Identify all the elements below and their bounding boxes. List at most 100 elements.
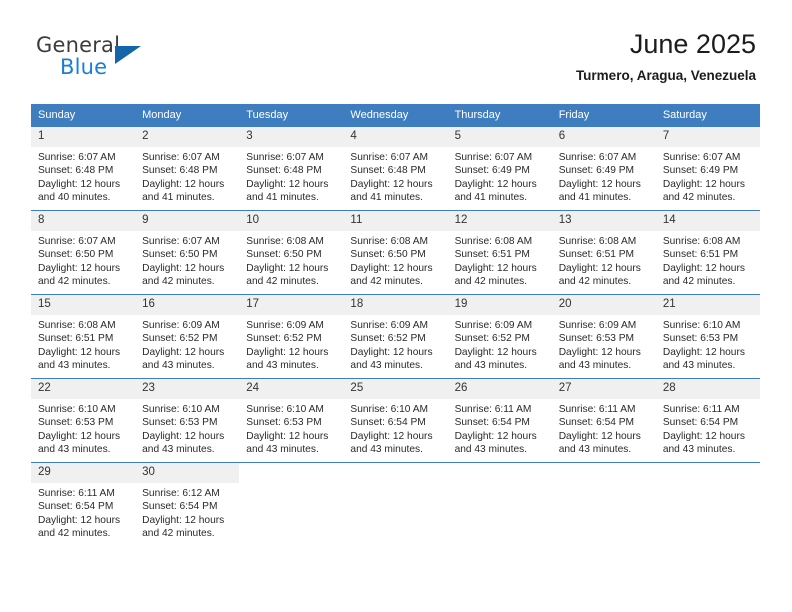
daylight-text-line2: and 41 minutes.	[454, 192, 528, 204]
day-cell[interactable]: 25 Sunrise: 6:10 AM Sunset: 6:54 PM Dayl…	[343, 378, 448, 463]
day-info: Sunrise: 6:10 AM Sunset: 6:53 PM Dayligh…	[656, 315, 760, 373]
day-cell[interactable]: 16 Sunrise: 6:09 AM Sunset: 6:52 PM Dayl…	[135, 294, 240, 379]
sunset-text: Sunset: 6:52 PM	[454, 333, 530, 345]
sunrise-text: Sunrise: 6:09 AM	[454, 320, 533, 331]
sunset-text: Sunset: 6:48 PM	[38, 165, 114, 177]
sunset-text: Sunset: 6:51 PM	[558, 249, 635, 261]
sunrise-text: Sunrise: 6:07 AM	[350, 152, 429, 163]
daylight-text-line2: and 43 minutes.	[558, 444, 632, 456]
day-info: Sunrise: 6:10 AM Sunset: 6:54 PM Dayligh…	[343, 399, 447, 457]
day-cell[interactable]: 23 Sunrise: 6:10 AM Sunset: 6:53 PM Dayl…	[135, 378, 240, 463]
day-info: Sunrise: 6:08 AM Sunset: 6:50 PM Dayligh…	[343, 231, 447, 289]
day-number: 4	[343, 127, 448, 147]
sunrise-text: Sunrise: 6:10 AM	[662, 320, 741, 331]
daylight-text-line2: and 43 minutes.	[662, 360, 736, 372]
day-info: Sunrise: 6:07 AM Sunset: 6:48 PM Dayligh…	[135, 147, 239, 205]
daylight-text-line2: and 42 minutes.	[246, 276, 319, 288]
daylight-text-line2: and 43 minutes.	[142, 444, 215, 456]
day-cell[interactable]: 17 Sunrise: 6:09 AM Sunset: 6:52 PM Dayl…	[239, 294, 344, 379]
day-cell[interactable]: 11 Sunrise: 6:08 AM Sunset: 6:50 PM Dayl…	[343, 210, 448, 295]
logo-text-blue: Blue	[60, 55, 108, 79]
day-cell[interactable]: 12 Sunrise: 6:08 AM Sunset: 6:51 PM Dayl…	[447, 210, 552, 295]
daylight-text-line1: Daylight: 12 hours	[38, 514, 121, 526]
day-cell[interactable]: 9 Sunrise: 6:07 AM Sunset: 6:50 PM Dayli…	[135, 210, 240, 295]
sunset-text: Sunset: 6:52 PM	[142, 333, 218, 345]
day-cell[interactable]: 10 Sunrise: 6:08 AM Sunset: 6:50 PM Dayl…	[239, 210, 344, 295]
day-number	[655, 463, 760, 483]
daylight-text-line2: and 40 minutes.	[38, 192, 111, 204]
day-number: 3	[239, 127, 344, 147]
day-cell[interactable]: 26 Sunrise: 6:11 AM Sunset: 6:54 PM Dayl…	[447, 378, 552, 463]
daylight-text-line2: and 43 minutes.	[38, 444, 111, 456]
day-info: Sunrise: 6:08 AM Sunset: 6:51 PM Dayligh…	[31, 315, 135, 373]
daylight-text-line1: Daylight: 12 hours	[142, 262, 225, 274]
day-cell[interactable]: 4 Sunrise: 6:07 AM Sunset: 6:48 PM Dayli…	[343, 127, 448, 211]
day-number: 14	[655, 211, 760, 231]
day-cell[interactable]: 22 Sunrise: 6:10 AM Sunset: 6:53 PM Dayl…	[31, 378, 136, 463]
day-number: 27	[551, 379, 656, 399]
daylight-text-line2: and 43 minutes.	[454, 444, 528, 456]
sunrise-text: Sunrise: 6:09 AM	[558, 320, 637, 331]
daylight-text-line1: Daylight: 12 hours	[454, 262, 537, 274]
day-info: Sunrise: 6:07 AM Sunset: 6:50 PM Dayligh…	[31, 231, 135, 289]
sunset-text: Sunset: 6:51 PM	[454, 249, 530, 261]
daylight-text-line2: and 42 minutes.	[558, 276, 632, 288]
weekday-header-sunday: Sunday	[31, 104, 136, 127]
day-cell[interactable]: 20 Sunrise: 6:09 AM Sunset: 6:53 PM Dayl…	[551, 294, 656, 379]
day-cell-empty	[343, 462, 448, 546]
calendar-week-row: 1 Sunrise: 6:07 AM Sunset: 6:48 PM Dayli…	[31, 127, 760, 211]
sunset-text: Sunset: 6:48 PM	[142, 165, 218, 177]
day-number: 23	[135, 379, 240, 399]
day-cell[interactable]: 14 Sunrise: 6:08 AM Sunset: 6:51 PM Dayl…	[655, 210, 760, 295]
day-cell[interactable]: 15 Sunrise: 6:08 AM Sunset: 6:51 PM Dayl…	[31, 294, 136, 379]
day-cell[interactable]: 8 Sunrise: 6:07 AM Sunset: 6:50 PM Dayli…	[31, 210, 136, 295]
sunset-text: Sunset: 6:53 PM	[142, 417, 218, 429]
daylight-text-line1: Daylight: 12 hours	[246, 346, 329, 358]
day-number: 17	[239, 295, 344, 315]
day-number: 25	[343, 379, 448, 399]
daylight-text-line1: Daylight: 12 hours	[350, 430, 433, 442]
sunset-text: Sunset: 6:52 PM	[350, 333, 426, 345]
sunset-text: Sunset: 6:53 PM	[558, 333, 635, 345]
sunrise-text: Sunrise: 6:10 AM	[350, 404, 429, 415]
day-info: Sunrise: 6:09 AM Sunset: 6:53 PM Dayligh…	[552, 315, 656, 373]
day-cell[interactable]: 3 Sunrise: 6:07 AM Sunset: 6:48 PM Dayli…	[239, 127, 344, 211]
daylight-text-line2: and 41 minutes.	[246, 192, 319, 204]
day-cell[interactable]: 2 Sunrise: 6:07 AM Sunset: 6:48 PM Dayli…	[135, 127, 240, 211]
day-cell-empty	[447, 462, 552, 546]
day-cell[interactable]: 13 Sunrise: 6:08 AM Sunset: 6:51 PM Dayl…	[551, 210, 656, 295]
day-cell[interactable]: 29 Sunrise: 6:11 AM Sunset: 6:54 PM Dayl…	[31, 462, 136, 546]
day-info: Sunrise: 6:07 AM Sunset: 6:49 PM Dayligh…	[552, 147, 656, 205]
calendar-week-row: 22 Sunrise: 6:10 AM Sunset: 6:53 PM Dayl…	[31, 378, 760, 463]
day-info: Sunrise: 6:08 AM Sunset: 6:51 PM Dayligh…	[448, 231, 552, 289]
day-cell[interactable]: 1 Sunrise: 6:07 AM Sunset: 6:48 PM Dayli…	[31, 127, 136, 211]
day-cell[interactable]: 5 Sunrise: 6:07 AM Sunset: 6:49 PM Dayli…	[447, 127, 552, 211]
day-cell[interactable]: 28 Sunrise: 6:11 AM Sunset: 6:54 PM Dayl…	[655, 378, 760, 463]
day-info: Sunrise: 6:11 AM Sunset: 6:54 PM Dayligh…	[448, 399, 552, 457]
sunrise-text: Sunrise: 6:11 AM	[454, 404, 532, 415]
sunrise-text: Sunrise: 6:07 AM	[558, 152, 637, 163]
title-block: June 2025 Turmero, Aragua, Venezuela	[576, 28, 756, 84]
day-info: Sunrise: 6:09 AM Sunset: 6:52 PM Dayligh…	[343, 315, 447, 373]
day-cell[interactable]: 27 Sunrise: 6:11 AM Sunset: 6:54 PM Dayl…	[551, 378, 656, 463]
sunrise-text: Sunrise: 6:08 AM	[246, 236, 324, 247]
day-cell[interactable]: 30 Sunrise: 6:12 AM Sunset: 6:54 PM Dayl…	[135, 462, 240, 546]
calendar-table: Sunday Monday Tuesday Wednesday Thursday…	[31, 104, 760, 546]
day-number: 22	[31, 379, 136, 399]
day-cell[interactable]: 18 Sunrise: 6:09 AM Sunset: 6:52 PM Dayl…	[343, 294, 448, 379]
sunrise-text: Sunrise: 6:08 AM	[350, 236, 429, 247]
daylight-text-line1: Daylight: 12 hours	[558, 346, 641, 358]
day-cell[interactable]: 6 Sunrise: 6:07 AM Sunset: 6:49 PM Dayli…	[551, 127, 656, 211]
generalblue-logo: General Blue	[36, 33, 156, 81]
daylight-text-line2: and 43 minutes.	[246, 444, 319, 456]
day-number: 21	[655, 295, 760, 315]
day-cell[interactable]: 19 Sunrise: 6:09 AM Sunset: 6:52 PM Dayl…	[447, 294, 552, 379]
day-cell[interactable]: 24 Sunrise: 6:10 AM Sunset: 6:53 PM Dayl…	[239, 378, 344, 463]
day-info: Sunrise: 6:07 AM Sunset: 6:48 PM Dayligh…	[343, 147, 447, 205]
daylight-text-line1: Daylight: 12 hours	[142, 514, 225, 526]
day-number	[447, 463, 552, 483]
day-cell[interactable]: 21 Sunrise: 6:10 AM Sunset: 6:53 PM Dayl…	[655, 294, 760, 379]
day-cell[interactable]: 7 Sunrise: 6:07 AM Sunset: 6:49 PM Dayli…	[655, 127, 760, 211]
weekday-header-saturday: Saturday	[655, 104, 760, 127]
sunrise-text: Sunrise: 6:11 AM	[662, 404, 740, 415]
